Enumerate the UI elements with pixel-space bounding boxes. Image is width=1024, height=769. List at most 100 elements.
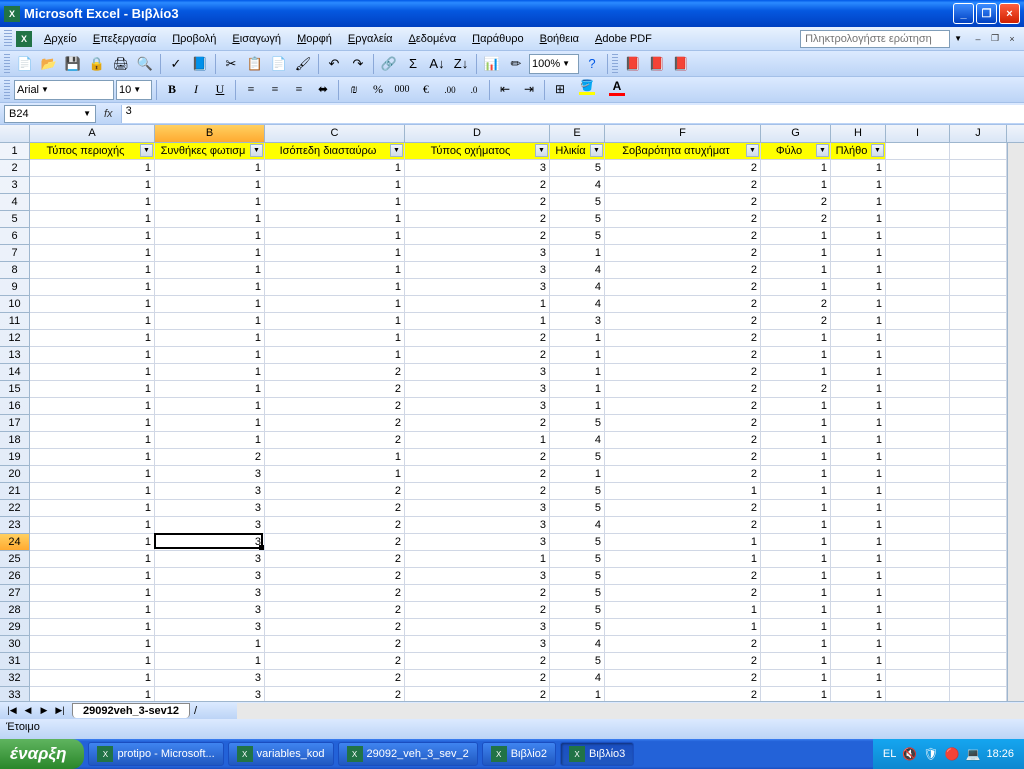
row-header[interactable]: 22 bbox=[0, 500, 30, 517]
cell[interactable] bbox=[950, 432, 1007, 449]
cell[interactable]: 4 bbox=[550, 432, 605, 449]
grip-icon[interactable] bbox=[4, 80, 10, 100]
cell[interactable]: 2 bbox=[405, 330, 550, 347]
cell[interactable]: 1 bbox=[605, 534, 761, 551]
spelling-button[interactable]: ✓ bbox=[165, 53, 187, 75]
cell[interactable]: 1 bbox=[761, 398, 831, 415]
filter-dropdown-icon[interactable]: ▼ bbox=[746, 144, 759, 157]
cell[interactable]: 1 bbox=[30, 517, 155, 534]
cell[interactable]: 1 bbox=[155, 364, 265, 381]
cell[interactable] bbox=[950, 262, 1007, 279]
row-header[interactable]: 30 bbox=[0, 636, 30, 653]
cell[interactable]: 4 bbox=[550, 279, 605, 296]
cell[interactable]: 1 bbox=[155, 636, 265, 653]
cell[interactable]: 2 bbox=[405, 449, 550, 466]
row-header[interactable]: 32 bbox=[0, 670, 30, 687]
cell[interactable]: 1 bbox=[30, 381, 155, 398]
cell[interactable] bbox=[950, 279, 1007, 296]
decrease-decimal-button[interactable]: .0 bbox=[463, 79, 485, 101]
cell[interactable] bbox=[886, 483, 950, 500]
cell[interactable]: 1 bbox=[265, 160, 405, 177]
sort-asc-button[interactable]: A↓ bbox=[426, 53, 448, 75]
cell[interactable]: 2 bbox=[265, 568, 405, 585]
cell[interactable]: 2 bbox=[761, 211, 831, 228]
cell[interactable] bbox=[886, 245, 950, 262]
cell[interactable]: 1 bbox=[605, 551, 761, 568]
cell[interactable]: 1 bbox=[405, 313, 550, 330]
cell[interactable]: 2 bbox=[265, 517, 405, 534]
cell[interactable]: 1 bbox=[831, 330, 886, 347]
cell[interactable]: 2 bbox=[265, 415, 405, 432]
cell[interactable]: 1 bbox=[761, 483, 831, 500]
cell[interactable]: 3 bbox=[155, 534, 265, 551]
cell[interactable]: 3 bbox=[155, 670, 265, 687]
cell[interactable]: 1 bbox=[155, 279, 265, 296]
font-combo[interactable]: Arial▼ bbox=[14, 80, 114, 100]
taskbar-item[interactable]: Xprotipo - Microsoft... bbox=[88, 742, 223, 766]
menu-βοήθεια[interactable]: Βοήθεια bbox=[532, 30, 587, 48]
cell[interactable]: 1 bbox=[831, 483, 886, 500]
cell[interactable]: 1 bbox=[831, 160, 886, 177]
paste-button[interactable]: 📄 bbox=[268, 53, 290, 75]
cell[interactable]: 2 bbox=[761, 313, 831, 330]
cell[interactable]: 3 bbox=[155, 687, 265, 701]
cell[interactable]: 1 bbox=[155, 160, 265, 177]
cell[interactable]: Τύπος περιοχής▼ bbox=[30, 143, 155, 160]
close-button[interactable]: × bbox=[999, 3, 1020, 24]
undo-button[interactable]: ↶ bbox=[323, 53, 345, 75]
cell[interactable]: 1 bbox=[265, 194, 405, 211]
cell[interactable]: 1 bbox=[831, 296, 886, 313]
cell[interactable]: 1 bbox=[761, 160, 831, 177]
cell[interactable]: 1 bbox=[265, 177, 405, 194]
cell[interactable]: 1 bbox=[831, 602, 886, 619]
cell[interactable] bbox=[886, 160, 950, 177]
grip-icon[interactable] bbox=[4, 30, 12, 48]
cell[interactable] bbox=[950, 551, 1007, 568]
cell[interactable]: 1 bbox=[831, 347, 886, 364]
cell[interactable]: 1 bbox=[30, 228, 155, 245]
cell[interactable] bbox=[950, 415, 1007, 432]
cell[interactable]: 1 bbox=[831, 670, 886, 687]
cell[interactable]: 2 bbox=[605, 653, 761, 670]
cell[interactable]: 2 bbox=[605, 228, 761, 245]
cell[interactable]: 4 bbox=[550, 670, 605, 687]
cell[interactable] bbox=[886, 687, 950, 701]
cell[interactable]: 3 bbox=[405, 568, 550, 585]
cell[interactable]: 1 bbox=[405, 296, 550, 313]
cell[interactable]: 2 bbox=[605, 211, 761, 228]
redo-button[interactable]: ↷ bbox=[347, 53, 369, 75]
cell[interactable]: 2 bbox=[605, 670, 761, 687]
cell[interactable]: 3 bbox=[405, 160, 550, 177]
open-button[interactable]: 📂 bbox=[38, 53, 60, 75]
cell[interactable]: 1 bbox=[265, 296, 405, 313]
menu-εργαλεία[interactable]: Εργαλεία bbox=[340, 30, 401, 48]
cell[interactable]: 1 bbox=[405, 432, 550, 449]
cell[interactable]: 4 bbox=[550, 177, 605, 194]
cell[interactable]: 1 bbox=[831, 619, 886, 636]
cell[interactable]: 1 bbox=[30, 585, 155, 602]
cell[interactable]: 1 bbox=[30, 177, 155, 194]
cell[interactable] bbox=[950, 313, 1007, 330]
cell[interactable]: 2 bbox=[605, 177, 761, 194]
cell[interactable]: 2 bbox=[405, 415, 550, 432]
comma-button[interactable]: 000 bbox=[391, 79, 413, 101]
cell[interactable]: 2 bbox=[605, 330, 761, 347]
row-header[interactable]: 16 bbox=[0, 398, 30, 415]
cell[interactable] bbox=[950, 177, 1007, 194]
cell[interactable]: 1 bbox=[155, 398, 265, 415]
cell[interactable]: 5 bbox=[550, 194, 605, 211]
cell[interactable]: 3 bbox=[405, 517, 550, 534]
cell[interactable]: 1 bbox=[831, 653, 886, 670]
cell[interactable] bbox=[950, 636, 1007, 653]
help-dropdown-icon[interactable]: ▼ bbox=[954, 34, 962, 43]
tab-prev-button[interactable]: ◀ bbox=[20, 705, 36, 716]
cell[interactable] bbox=[950, 619, 1007, 636]
cell[interactable]: 2 bbox=[605, 432, 761, 449]
help-button[interactable]: ? bbox=[581, 53, 603, 75]
cell[interactable]: 1 bbox=[761, 602, 831, 619]
cell[interactable]: Ισόπεδη διασταύρω▼ bbox=[265, 143, 405, 160]
cell[interactable] bbox=[886, 415, 950, 432]
cell[interactable]: 2 bbox=[265, 670, 405, 687]
cell[interactable]: 1 bbox=[550, 687, 605, 701]
cell[interactable] bbox=[886, 432, 950, 449]
